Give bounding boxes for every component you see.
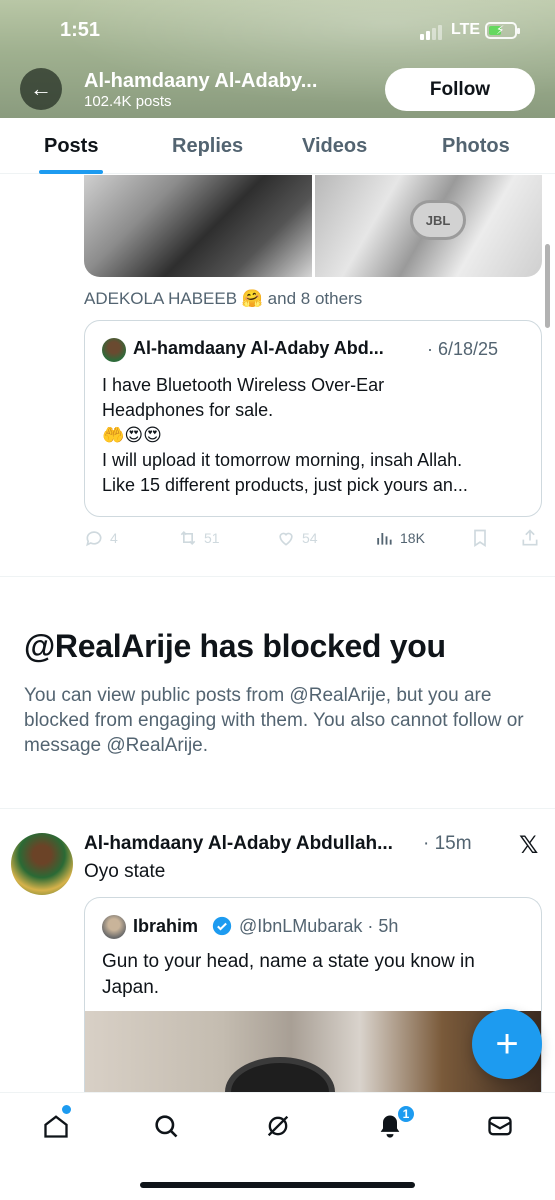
quoted-text: I have Bluetooth Wireless Over-Ear Headp…	[102, 373, 532, 498]
quoted-post[interactable]: Al-hamdaany Al-Adaby Abd... · 6/18/25 I …	[84, 320, 542, 517]
post-author[interactable]: Al-hamdaany Al-Adaby Abdullah...	[84, 833, 420, 855]
tab-posts[interactable]: Posts	[44, 135, 98, 158]
media-image-headphones-black[interactable]	[84, 175, 312, 277]
quoted-author: Al-hamdaany Al-Adaby Abd...	[133, 338, 384, 358]
active-tab-indicator	[39, 170, 103, 174]
nav-home[interactable]	[40, 1110, 72, 1142]
blocked-title: @RealArije has blocked you	[24, 628, 446, 664]
reply-count: 4	[110, 530, 118, 546]
quoted-date: · 6/18/25	[427, 339, 499, 359]
home-icon	[44, 1115, 68, 1138]
scrollbar[interactable]	[545, 244, 550, 328]
bookmark-button[interactable]	[470, 528, 490, 548]
nav-grok[interactable]	[262, 1110, 294, 1142]
notifications-badge: 1	[396, 1104, 416, 1124]
nav-messages[interactable]	[484, 1110, 516, 1142]
media-image-headphones-white[interactable]: JBL	[315, 175, 542, 277]
tab-videos[interactable]: Videos	[302, 135, 367, 158]
divider	[0, 576, 555, 577]
mail-icon	[488, 1116, 512, 1136]
blocked-description: You can view public posts from @RealArij…	[24, 685, 524, 756]
reply-icon	[86, 531, 102, 547]
search-icon	[155, 1115, 178, 1138]
views-icon	[377, 533, 392, 545]
profile-tabs: Posts Replies Videos Photos	[0, 118, 555, 174]
tab-photos[interactable]: Photos	[442, 135, 510, 158]
profile-name: Al-hamdaany Al-Adaby...	[84, 70, 318, 92]
repost-count: 51	[204, 530, 220, 546]
status-time: 1:51	[60, 19, 101, 41]
divider	[0, 808, 555, 809]
post-text: Oyo state	[84, 861, 166, 882]
post-time: · 15m	[423, 833, 472, 854]
post-media[interactable]: JBL	[84, 175, 542, 277]
plus-icon: +	[495, 1021, 519, 1066]
quoted-line: 🤲😍😍	[102, 425, 162, 445]
share-icon	[522, 529, 538, 546]
post-actions: 4 51 54 18K	[84, 528, 544, 554]
compose-button[interactable]: +	[472, 1009, 542, 1079]
reply-button[interactable]: 4	[84, 528, 118, 548]
jbl-logo: JBL	[410, 200, 466, 240]
heart-icon	[279, 532, 293, 546]
home-dot	[62, 1105, 71, 1114]
avatar[interactable]	[11, 833, 73, 895]
tab-replies[interactable]: Replies	[172, 135, 243, 158]
avatar	[102, 338, 126, 362]
views-button[interactable]: 18K	[374, 528, 425, 548]
signal-icon	[420, 25, 442, 40]
quoted-line: Like 15 different products, just pick yo…	[102, 475, 468, 495]
quoted-line: I will upload it tomorrow morning, insah…	[102, 450, 463, 470]
quoted-author: Ibrahim	[133, 916, 199, 936]
status-bar: 1:51 LTE ⚡	[0, 0, 555, 62]
liked-by[interactable]: ADEKOLA HABEEB 🤗 and 8 others	[84, 289, 362, 309]
battery-icon: ⚡	[485, 22, 520, 39]
back-button[interactable]: ←	[20, 68, 62, 110]
follow-button[interactable]: Follow	[385, 68, 535, 111]
verified-icon	[212, 916, 232, 936]
network-label: LTE	[451, 21, 481, 38]
home-indicator	[140, 1182, 415, 1188]
repost-button[interactable]: 51	[178, 528, 220, 548]
bookmark-icon	[474, 529, 486, 548]
quoted-line: Headphones for sale.	[102, 400, 274, 420]
grok-icon	[267, 1115, 289, 1137]
nav-search[interactable]	[150, 1110, 182, 1142]
like-count: 54	[302, 530, 318, 546]
post-count: 102.4K posts	[84, 93, 172, 110]
like-button[interactable]: 54	[276, 528, 318, 548]
arrow-left-icon: ←	[30, 76, 52, 101]
x-logo-icon: 𝕏	[519, 832, 539, 859]
quoted-line: I have Bluetooth Wireless Over-Ear	[102, 375, 385, 395]
repost-icon	[180, 530, 196, 546]
views-count: 18K	[400, 530, 425, 546]
avatar	[102, 915, 126, 939]
quoted-handle: @IbnLMubarak · 5h	[239, 916, 399, 936]
quoted-text: Gun to your head, name a state you know …	[102, 951, 475, 998]
quoted-post[interactable]: Ibrahim @IbnLMubarak · 5h Gun to your he…	[84, 897, 542, 1117]
share-button[interactable]	[520, 528, 540, 548]
profile-header: 1:51 LTE ⚡ ← Al-hamdaany Al-Adaby... 102…	[0, 0, 555, 118]
